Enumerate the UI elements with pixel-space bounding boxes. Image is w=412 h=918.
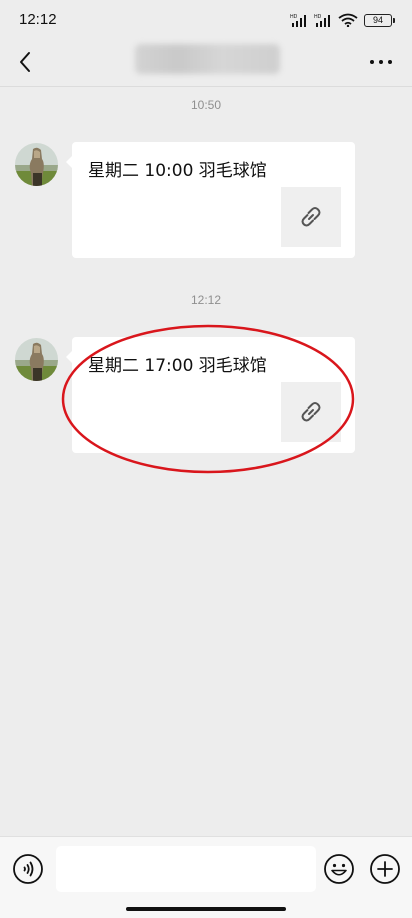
wifi-icon xyxy=(338,13,358,27)
link-preview[interactable] xyxy=(281,382,341,442)
message-input[interactable] xyxy=(56,846,316,892)
message-timestamp: 12:12 xyxy=(190,293,222,307)
input-bar xyxy=(0,836,412,918)
status-icons: HD HD 94 xyxy=(290,10,395,30)
message-bubble[interactable]: 星期二 10:00 羽毛球馆 xyxy=(66,142,355,258)
message-timestamp: 10:50 xyxy=(190,98,222,112)
link-icon xyxy=(301,402,321,422)
plus-icon[interactable] xyxy=(369,853,401,885)
chat-title-blurred xyxy=(135,44,280,74)
message-text: 星期二 10:00 羽毛球馆 xyxy=(88,161,267,181)
svg-text:HD: HD xyxy=(314,14,322,20)
signal-icon: HD xyxy=(290,14,306,27)
emoji-icon[interactable] xyxy=(323,853,355,885)
status-bar: 12:12 HD HD 94 xyxy=(0,0,412,40)
nav-bar xyxy=(0,40,412,84)
message-text: 星期二 17:00 羽毛球馆 xyxy=(88,356,267,376)
voice-icon[interactable] xyxy=(12,853,44,885)
avatar[interactable] xyxy=(15,143,58,186)
status-time: 12:12 xyxy=(19,11,57,28)
link-icon xyxy=(301,207,321,227)
battery-icon: 94 xyxy=(364,13,395,27)
avatar-image xyxy=(15,143,58,186)
nav-divider xyxy=(0,86,412,87)
avatar-image xyxy=(15,338,58,381)
chevron-left-icon[interactable] xyxy=(14,48,38,76)
avatar[interactable] xyxy=(15,338,58,381)
signal-icon-2: HD xyxy=(314,14,330,27)
home-indicator[interactable] xyxy=(126,907,286,911)
message-bubble-highlighted[interactable]: 星期二 17:00 羽毛球馆 xyxy=(66,337,355,453)
ellipsis-icon[interactable] xyxy=(368,52,394,72)
svg-text:HD: HD xyxy=(290,14,298,20)
link-preview[interactable] xyxy=(281,187,341,247)
